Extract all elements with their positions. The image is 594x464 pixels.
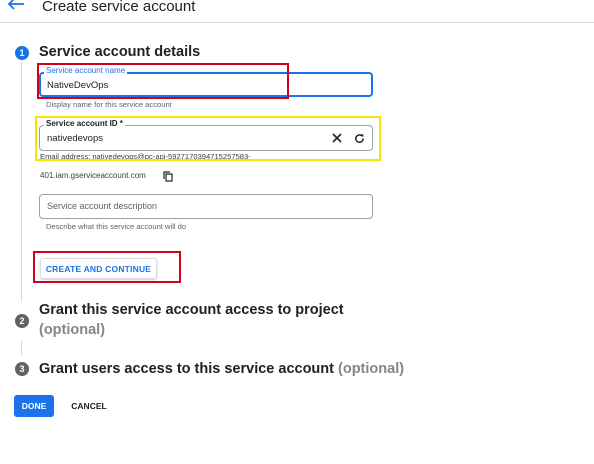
step-2-optional: (optional) [39, 322, 106, 338]
step-3-optional: (optional) [338, 361, 405, 377]
copy-icon[interactable] [162, 170, 174, 182]
step-3-title: Grant users access to this service accou… [39, 361, 404, 377]
service-account-description-placeholder: Service account description [47, 201, 158, 211]
header-divider [0, 22, 594, 23]
step-3-title-text: Grant users access to this service accou… [39, 361, 334, 377]
step-2-title: Grant this service account access to pro… [39, 302, 344, 318]
done-button[interactable]: DONE [14, 395, 54, 417]
step-3-number: 3 [15, 362, 29, 376]
service-account-description-helper: Describe what this service account will … [46, 222, 187, 231]
service-account-description-field[interactable]: Service account description [39, 194, 373, 219]
service-account-name-helper: Display name for this service account [46, 100, 172, 109]
step-1-number: 1 [15, 46, 29, 60]
cancel-button[interactable]: CANCEL [64, 395, 114, 417]
step-2-number: 2 [15, 314, 29, 328]
highlight-name-box [37, 63, 289, 99]
step-connector-1 [21, 62, 22, 302]
page-title: Create service account [42, 0, 196, 15]
email-address-line-2: 401.iam.gserviceaccount.com [40, 171, 146, 180]
step-1-title: Service account details [39, 44, 201, 60]
step-connector-2 [21, 340, 22, 356]
back-arrow-icon[interactable] [6, 0, 30, 16]
highlight-id-box [35, 116, 381, 161]
highlight-create-button-box [33, 251, 181, 283]
